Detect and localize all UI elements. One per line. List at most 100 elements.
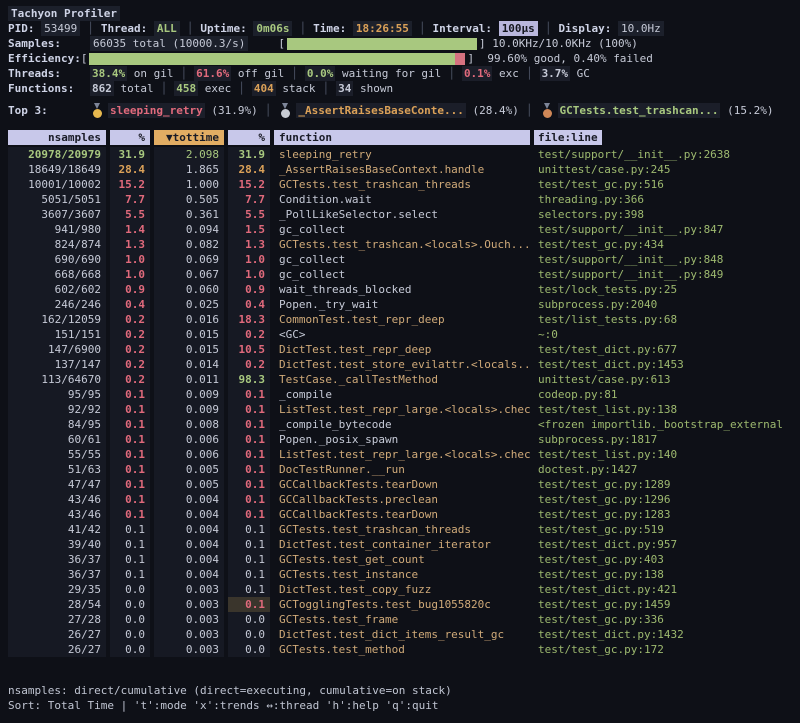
cell-tt: 0.505 <box>154 192 224 207</box>
cell-fl: test/test_gc.py:403 <box>534 552 792 567</box>
cell-fl: test/test_list.py:138 <box>534 402 792 417</box>
cell-fn: _compile_bytecode <box>274 417 530 432</box>
cell-fn: gc_collect <box>274 267 530 282</box>
table-row[interactable]: 162/120590.20.01618.3CommonTest.test_rep… <box>8 312 792 327</box>
table-row[interactable]: 36/370.10.0040.1GCTests.test_get_countte… <box>8 552 792 567</box>
table-row[interactable]: 26/270.00.0030.0GCTests.test_methodtest/… <box>8 642 792 657</box>
cell-p2: 7.7 <box>228 192 270 207</box>
table-row[interactable]: 10001/1000215.21.00015.2GCTests.test_tra… <box>8 177 792 192</box>
cell-p1: 7.7 <box>110 192 150 207</box>
cell-p2: 0.9 <box>228 282 270 297</box>
column-header-tottime-sorted[interactable]: ▼tottime <box>154 130 224 145</box>
threads-stat-label: waiting for gil <box>335 66 441 81</box>
column-header-cumulative-pct[interactable]: % <box>228 130 270 145</box>
cell-tt: 0.008 <box>154 417 224 432</box>
table-row[interactable]: 5051/50517.70.5057.7Condition.waitthread… <box>8 192 792 207</box>
table-row[interactable]: 95/950.10.0090.1_compilecodeop.py:81 <box>8 387 792 402</box>
table-row[interactable]: 43/460.10.0040.1GCCallbackTests.tearDown… <box>8 507 792 522</box>
cell-p2: 1.5 <box>228 222 270 237</box>
cell-tt: 0.005 <box>154 462 224 477</box>
uptime-label: Uptime: <box>200 21 246 36</box>
threads-stat-value: 38.4% <box>90 66 127 81</box>
table-row[interactable]: 137/1470.20.0140.2DictTest.test_store_ev… <box>8 357 792 372</box>
top-function-name[interactable]: GCTests.test_trashcan... <box>558 103 721 118</box>
column-header-direct-pct[interactable]: % <box>110 130 150 145</box>
table-row[interactable]: 39/400.10.0040.1DictTest.test_container_… <box>8 537 792 552</box>
table-row[interactable]: 51/630.10.0050.1DocTestRunner.__rundocte… <box>8 462 792 477</box>
table-row[interactable]: 84/950.10.0080.1_compile_bytecode<frozen… <box>8 417 792 432</box>
table-row[interactable]: 824/8741.30.0821.3GCTests.test_trashcan.… <box>8 237 792 252</box>
table-row[interactable]: 27/280.00.0030.0GCTests.test_frametest/t… <box>8 612 792 627</box>
samples-label: Samples: <box>8 36 90 51</box>
table-row[interactable]: 55/550.10.0060.1ListTest.test_repr_large… <box>8 447 792 462</box>
table-row[interactable]: 41/420.10.0040.1GCTests.test_trashcan_th… <box>8 522 792 537</box>
table-row[interactable]: 20978/2097931.92.09831.9sleeping_retryte… <box>8 147 792 162</box>
threads-stat-value: 0.1% <box>462 66 493 81</box>
cell-ns: 824/874 <box>8 237 106 252</box>
cell-fl: threading.py:366 <box>534 192 792 207</box>
cell-p1: 0.1 <box>110 567 150 582</box>
table-row[interactable]: 246/2460.40.0250.4Popen._try_waitsubproc… <box>8 297 792 312</box>
footer-keybindings: Sort: Total Time | 't':mode 'x':trends ↔… <box>8 698 792 713</box>
table-row[interactable]: 60/610.10.0060.1Popen._posix_spawnsubpro… <box>8 432 792 447</box>
table-row[interactable]: 668/6681.00.0671.0gc_collecttest/support… <box>8 267 792 282</box>
cell-fl: selectors.py:398 <box>534 207 792 222</box>
threads-row: Threads: 38.4% on gil│61.6% off gil│0.0%… <box>8 66 792 81</box>
top-function-name[interactable]: _AssertRaisesBaseConte... <box>296 103 466 118</box>
cell-ns: 36/37 <box>8 567 106 582</box>
top-function-pct: (28.4%) <box>466 103 519 118</box>
table-row[interactable]: 147/69000.20.01510.5DictTest.test_repr_d… <box>8 342 792 357</box>
profile-table-body: 20978/2097931.92.09831.9sleeping_retryte… <box>8 147 792 657</box>
cell-fl: test/support/__init__.py:848 <box>534 252 792 267</box>
column-header-nsamples[interactable]: nsamples <box>8 130 106 145</box>
cell-ns: 147/6900 <box>8 342 106 357</box>
cell-ns: 5051/5051 <box>8 192 106 207</box>
cell-fn: ListTest.test_repr_large.<locals>.check <box>274 447 530 462</box>
cell-p1: 0.1 <box>110 447 150 462</box>
time-value: 18:26:55 <box>353 21 412 36</box>
table-row[interactable]: 941/9801.40.0941.5gc_collecttest/support… <box>8 222 792 237</box>
table-row[interactable]: 3607/36075.50.3615.5_PollLikeSelector.se… <box>8 207 792 222</box>
samples-rate: 10.0KHz/10.0KHz (100%) <box>492 36 638 51</box>
functions-items: 862 total│458 exec│404 stack│34 shown <box>90 81 393 96</box>
cell-fn: DocTestRunner.__run <box>274 462 530 477</box>
cell-fl: test/test_dict.py:957 <box>534 537 792 552</box>
table-row[interactable]: 26/270.00.0030.0DictTest.test_dict_items… <box>8 627 792 642</box>
cell-p2: 15.2 <box>228 177 270 192</box>
table-row[interactable]: 43/460.10.0040.1GCCallbackTests.preclean… <box>8 492 792 507</box>
table-row[interactable]: 113/646700.20.01198.3TestCase._callTestM… <box>8 372 792 387</box>
table-row[interactable]: 18649/1864928.41.86528.4_AssertRaisesBas… <box>8 162 792 177</box>
cell-p1: 0.2 <box>110 342 150 357</box>
cell-ns: 20978/20979 <box>8 147 106 162</box>
cell-fl: test/test_dict.py:677 <box>534 342 792 357</box>
cell-ns: 28/54 <box>8 597 106 612</box>
cell-fl: test/test_gc.py:516 <box>534 177 792 192</box>
cell-tt: 0.006 <box>154 432 224 447</box>
cell-tt: 0.003 <box>154 612 224 627</box>
thread-label: Thread: <box>101 21 147 36</box>
top3-row: Top 3: sleeping_retry (31.9%)│_AssertRai… <box>8 103 792 118</box>
uptime-value: 0m06s <box>253 21 292 36</box>
thread-value[interactable]: ALL <box>154 21 180 36</box>
divider: │ <box>526 103 533 118</box>
display-value: 10.0Hz <box>618 21 664 36</box>
table-row[interactable]: 47/470.10.0050.1GCCallbackTests.tearDown… <box>8 477 792 492</box>
cell-tt: 0.014 <box>154 357 224 372</box>
top-function-name[interactable]: sleeping_retry <box>108 103 205 118</box>
table-row[interactable]: 29/350.00.0030.1DictTest.test_copy_fuzzt… <box>8 582 792 597</box>
column-header-file-line[interactable]: file:line <box>534 130 602 145</box>
divider: │ <box>187 21 194 36</box>
table-row[interactable]: 36/370.10.0040.1GCTests.test_instancetes… <box>8 567 792 582</box>
functions-stat-value: 404 <box>252 81 276 96</box>
cell-fl: test/support/__init__.py:847 <box>534 222 792 237</box>
footer: nsamples: direct/cumulative (direct=exec… <box>8 683 792 713</box>
cell-fn: DictTest.test_store_evilattr.<locals... <box>274 357 530 372</box>
table-row[interactable]: 690/6901.00.0691.0gc_collecttest/support… <box>8 252 792 267</box>
table-row[interactable]: 602/6020.90.0600.9wait_threads_blockedte… <box>8 282 792 297</box>
table-row[interactable]: 151/1510.20.0150.2<GC>~:0 <box>8 327 792 342</box>
cell-p1: 0.0 <box>110 612 150 627</box>
table-row[interactable]: 92/920.10.0090.1ListTest.test_repr_large… <box>8 402 792 417</box>
table-row[interactable]: 28/540.00.0030.1GCTogglingTests.test_bug… <box>8 597 792 612</box>
cell-p2: 31.9 <box>228 147 270 162</box>
column-header-function[interactable]: function <box>274 130 530 145</box>
